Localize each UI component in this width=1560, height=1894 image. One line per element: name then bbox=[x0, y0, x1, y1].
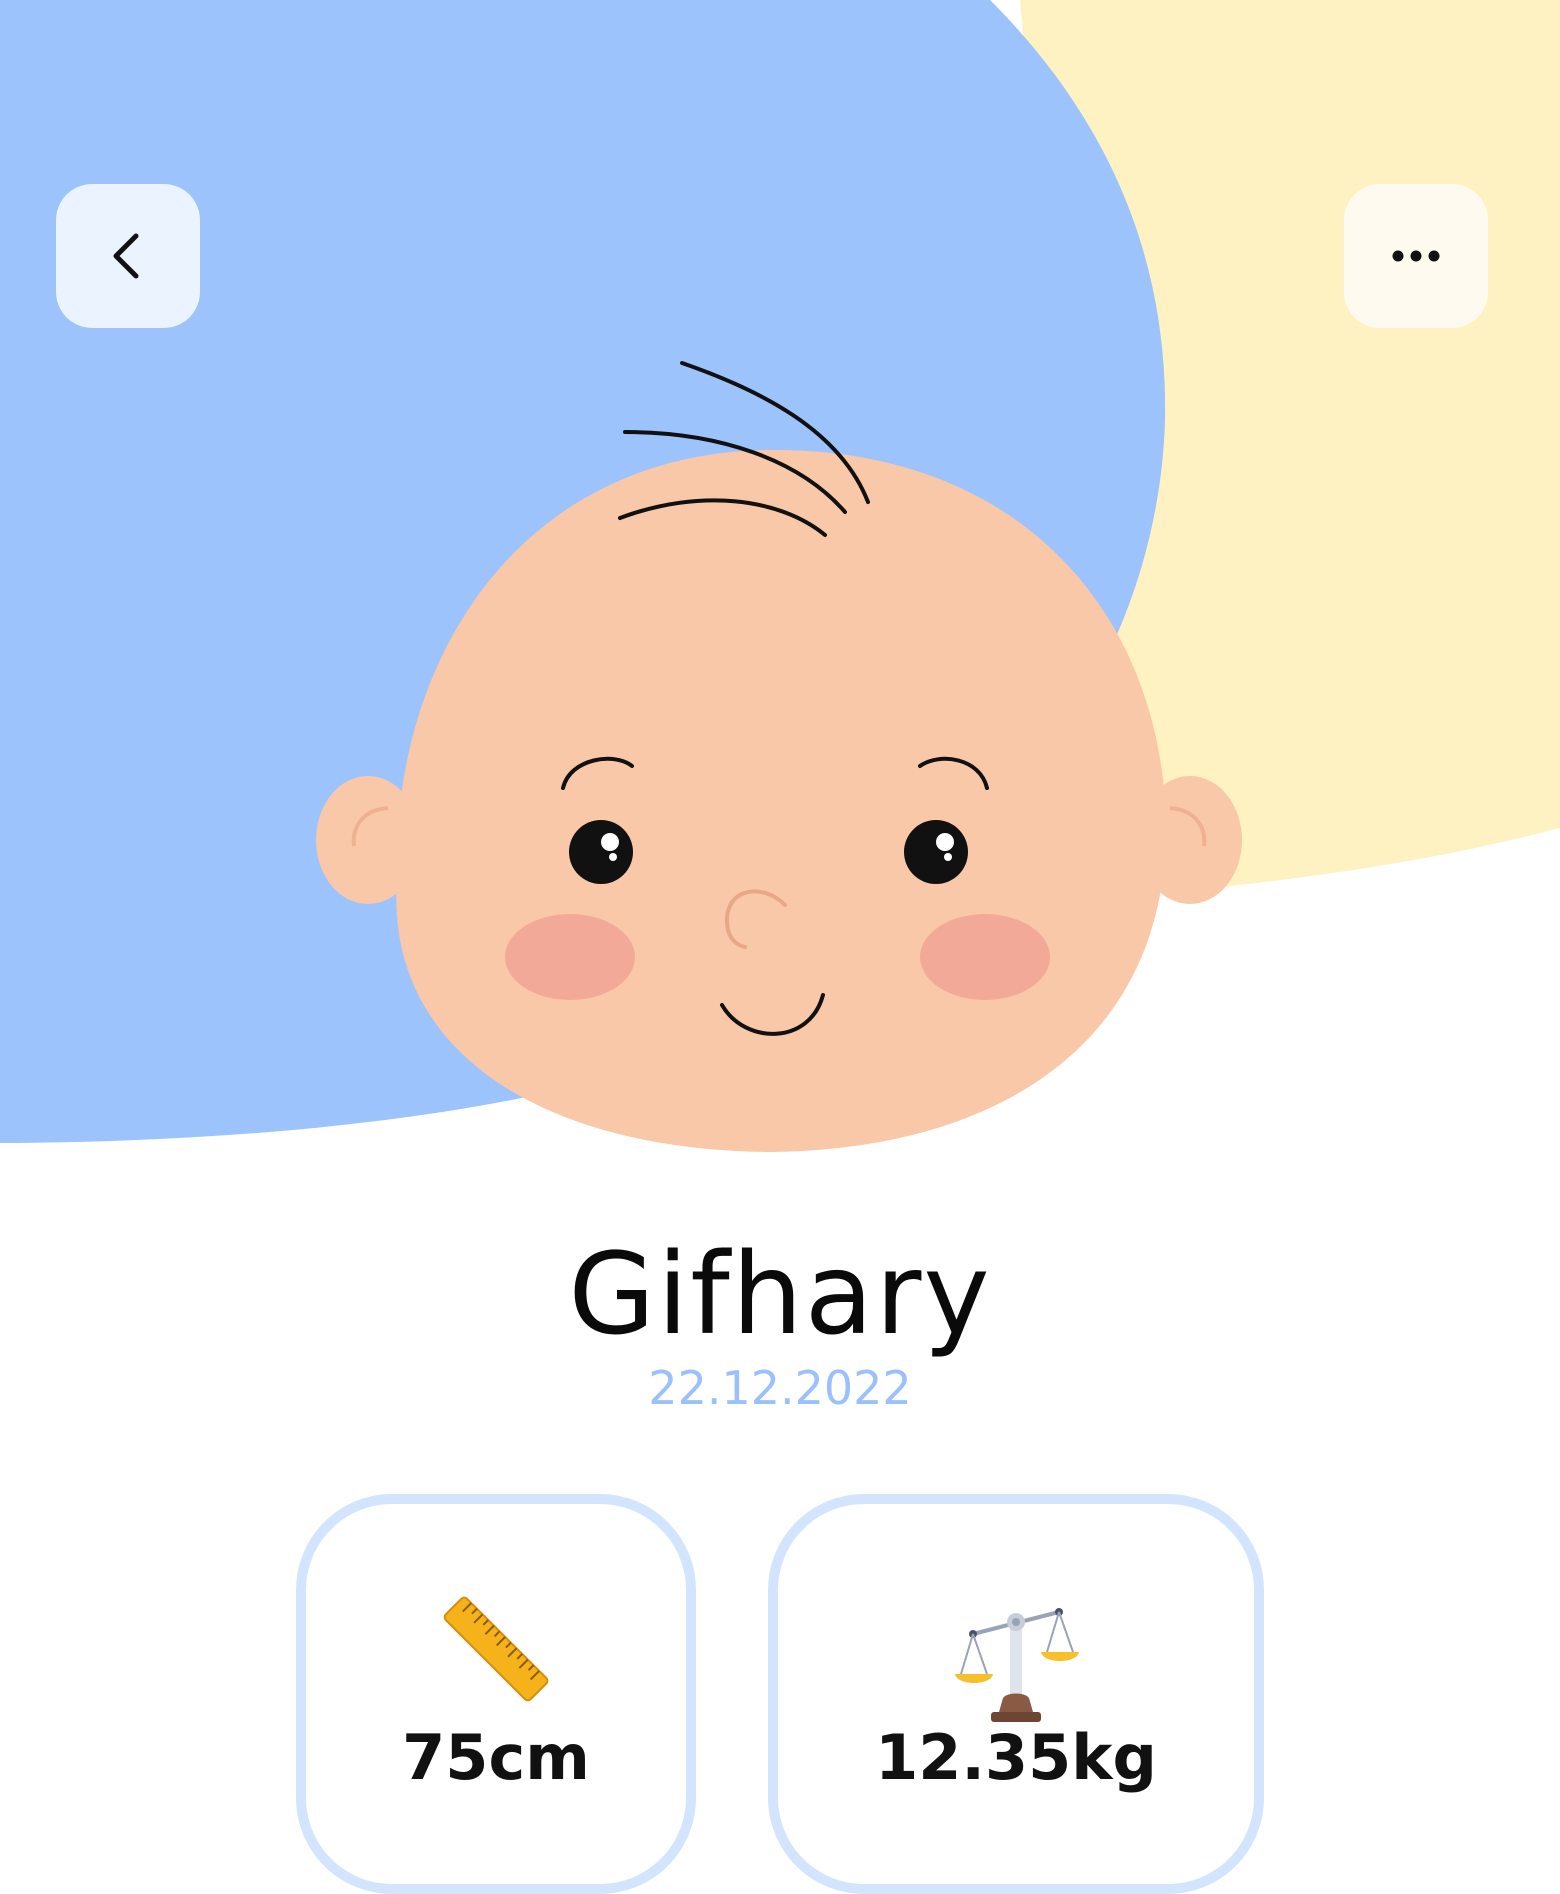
birth-date: 22.12.2022 bbox=[648, 1361, 912, 1415]
more-horizontal-icon bbox=[1392, 250, 1440, 262]
more-options-button[interactable] bbox=[1344, 184, 1488, 328]
height-value: 75cm bbox=[402, 1721, 590, 1794]
weight-card: 12.35kg bbox=[768, 1494, 1264, 1894]
back-button[interactable] bbox=[56, 184, 200, 328]
ruler-icon bbox=[443, 1596, 549, 1702]
weight-value: 12.35kg bbox=[875, 1721, 1157, 1794]
chevron-left-icon bbox=[113, 233, 139, 279]
scale-icon bbox=[955, 1608, 1079, 1722]
baby-avatar bbox=[316, 361, 1242, 1153]
height-card: 75cm bbox=[296, 1494, 696, 1894]
baby-name: Gifhary bbox=[568, 1230, 992, 1360]
